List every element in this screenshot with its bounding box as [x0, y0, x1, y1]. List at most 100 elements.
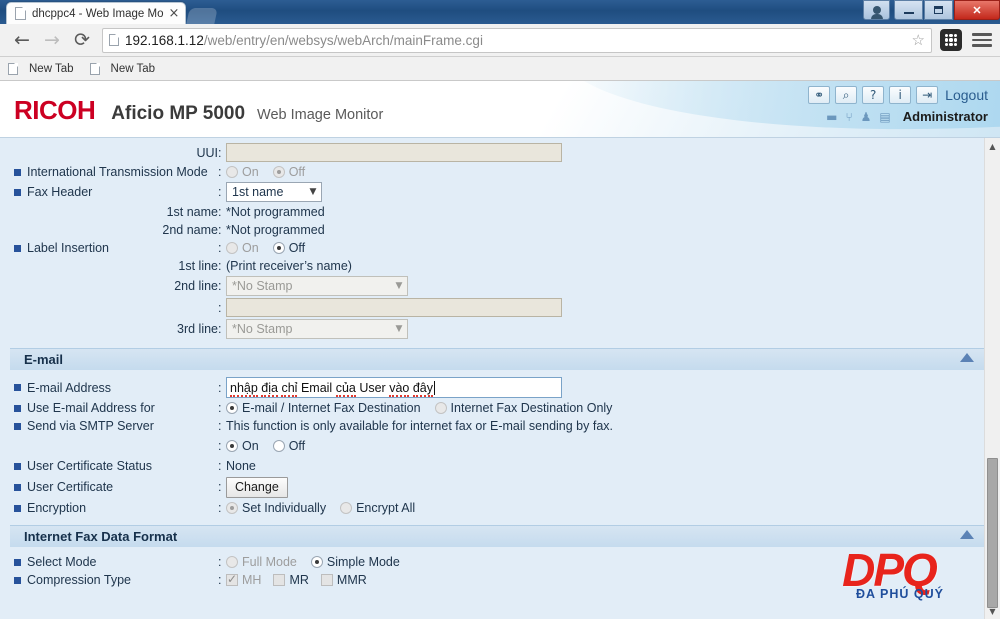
minimize-button[interactable]	[894, 0, 923, 20]
collapse-arrow-icon[interactable]	[960, 353, 974, 362]
label-3rd-line-select[interactable]: *No Stamp ▼	[226, 319, 408, 339]
network-icon: ⑂	[845, 111, 852, 123]
change-certificate-button[interactable]: Change	[226, 477, 288, 498]
colon: :	[218, 205, 226, 219]
label-insertion-label: Label Insertion	[27, 241, 109, 255]
chevron-down-icon: ▼	[391, 281, 407, 291]
form-scroll-region: UUI : International Transmission Mode : …	[0, 138, 984, 619]
scrollbar-thumb[interactable]	[987, 458, 998, 608]
simple-mode-radio[interactable]	[311, 556, 323, 568]
scroll-down-arrow-icon[interactable]: ▼	[985, 603, 1000, 619]
header-status-bar: ▬ ⑂ ♟ ▤ Administrator	[826, 109, 988, 124]
encryption-individual-radio[interactable]	[226, 502, 238, 514]
full-mode-radio[interactable]	[226, 556, 238, 568]
label-insertion-off-label: Off	[289, 241, 305, 255]
row-user-certificate-status: User Certificate Status : None	[0, 457, 984, 475]
international-transmission-mode-label: International Transmission Mode	[27, 165, 208, 179]
bookmark-item-1[interactable]: New Tab	[8, 63, 74, 75]
extension-grid-icon	[945, 34, 957, 46]
page-info-icon[interactable]	[109, 34, 119, 46]
tab-close-icon[interactable]: ×	[167, 7, 181, 20]
app-title: Web Image Monitor	[257, 107, 383, 123]
fax-header-2nd-name-label: 2nd name	[162, 223, 218, 237]
header-toolbar: ⚭ ⌕ ? i ⇥ Logout	[808, 86, 988, 104]
text-cursor	[434, 381, 435, 395]
scroll-up-arrow-icon[interactable]: ▲	[985, 138, 1000, 154]
browser-menu-button[interactable]	[972, 33, 992, 47]
simple-mode-label: Simple Mode	[327, 555, 400, 569]
email-address-input[interactable]: nhập địa chỉ Email của User vào đây	[226, 377, 562, 398]
ricoh-logo: RICOH	[14, 95, 95, 126]
use-email-both-radio[interactable]	[226, 402, 238, 414]
row-label-1st-line: 1st line : (Print receiver’s name)	[0, 257, 984, 275]
bullet-icon	[14, 559, 21, 566]
itm-off-radio[interactable]	[273, 166, 285, 178]
row-fax-header-2nd-name: 2nd name : *Not programmed	[0, 221, 984, 239]
logout-link[interactable]: Logout	[945, 87, 988, 103]
tab-title: dhcppc4 - Web Image Mo	[32, 8, 167, 20]
colon: :	[218, 165, 226, 179]
use-email-ifax-only-radio[interactable]	[435, 402, 447, 414]
page-scrollbar[interactable]: ▲ ▼	[984, 138, 1000, 619]
section-title-ifax-format: Internet Fax Data Format	[24, 529, 177, 544]
bullet-icon	[14, 463, 21, 470]
web-image-monitor-header: RICOH Aficio MP 5000 Web Image Monitor ⚭…	[0, 81, 1000, 138]
logged-in-user: Administrator	[903, 109, 988, 124]
new-tab-button[interactable]	[186, 8, 217, 24]
search-icon[interactable]: ⌕	[835, 86, 857, 104]
forward-button[interactable]: →	[38, 27, 66, 53]
close-button[interactable]: ✕	[954, 0, 1000, 20]
smtp-on-radio[interactable]	[226, 440, 238, 452]
label-2nd-line-select[interactable]: *No Stamp ▼	[226, 276, 408, 296]
itm-on-radio[interactable]	[226, 166, 238, 178]
label-3rd-line-label: 3rd line	[177, 322, 218, 336]
maximize-icon	[934, 6, 943, 14]
colon: :	[218, 439, 226, 453]
colon: :	[218, 419, 226, 433]
label-insertion-off-radio[interactable]	[273, 242, 285, 254]
bookmark-star-icon[interactable]: ☆	[912, 31, 925, 49]
label-insertion-on-radio[interactable]	[226, 242, 238, 254]
compression-mh-label: MH	[242, 573, 261, 587]
bookmarks-bar: New Tab New Tab	[0, 57, 1000, 81]
link-icon[interactable]: ⚭	[808, 86, 830, 104]
settings-form: UUI : International Transmission Mode : …	[0, 138, 1000, 619]
fax-header-select[interactable]: 1st name ▼	[226, 182, 322, 202]
row-email-address: E-mail Address : nhập địa chỉ Email của …	[0, 376, 984, 399]
uui-input[interactable]	[226, 143, 562, 162]
use-email-ifax-only-label: Internet Fax Destination Only	[451, 401, 613, 415]
encryption-all-radio[interactable]	[340, 502, 352, 514]
back-button[interactable]: ←	[8, 27, 36, 53]
row-user-certificate: User Certificate : Change	[0, 475, 984, 499]
compression-mmr-checkbox[interactable]	[321, 574, 333, 586]
compression-mh-checkbox[interactable]	[226, 574, 238, 586]
info-icon[interactable]: i	[889, 86, 911, 104]
fax-header-1st-name-value: *Not programmed	[226, 205, 325, 219]
email-address-value: nhập địa chỉ Email của User vào đây	[230, 381, 433, 395]
colon: :	[218, 301, 226, 315]
maximize-button[interactable]	[924, 0, 953, 20]
collapse-arrow-icon[interactable]	[960, 530, 974, 539]
label-3rd-line-selected-value: *No Stamp	[232, 322, 292, 336]
reload-button[interactable]: ⟳	[68, 27, 96, 53]
logout-icon[interactable]: ⇥	[916, 86, 938, 104]
section-title-email: E-mail	[24, 352, 63, 367]
minimize-icon	[904, 12, 914, 14]
extension-button[interactable]	[940, 29, 962, 51]
url-host: 192.168.1.12	[125, 33, 204, 48]
user-icon: ♟	[861, 111, 872, 123]
user-profile-button[interactable]	[863, 0, 890, 20]
row-label-2nd-line: 2nd line : *No Stamp ▼	[0, 275, 984, 297]
row-fax-header: Fax Header : 1st name ▼	[0, 181, 984, 203]
row-send-via-smtp: Send via SMTP Server : This function is …	[0, 417, 984, 435]
smtp-off-radio[interactable]	[273, 440, 285, 452]
address-bar[interactable]: 192.168.1.12/web/entry/en/websys/webArch…	[102, 28, 932, 53]
browser-tab[interactable]: dhcppc4 - Web Image Mo ×	[6, 2, 186, 24]
label-2nd-line-text-input[interactable]	[226, 298, 562, 317]
browser-window: dhcppc4 - Web Image Mo × ✕ ← → ⟳ 192.168…	[0, 0, 1000, 623]
bookmark-item-2[interactable]: New Tab	[90, 63, 156, 75]
compression-mr-checkbox[interactable]	[273, 574, 285, 586]
help-icon[interactable]: ?	[862, 86, 884, 104]
bullet-icon	[14, 245, 21, 252]
url-text: 192.168.1.12/web/entry/en/websys/webArch…	[125, 33, 483, 48]
